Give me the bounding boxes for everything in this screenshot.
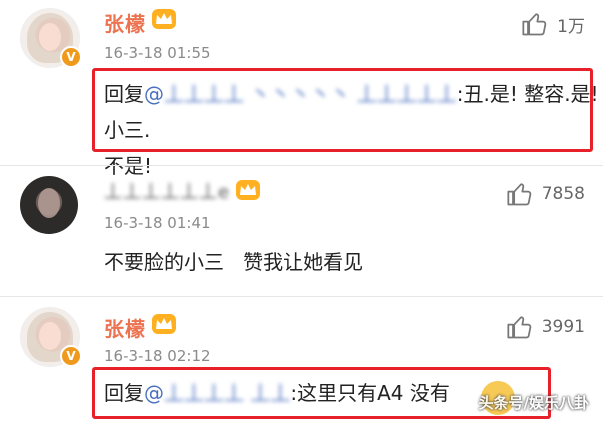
like-count: 1万 [557, 16, 585, 37]
thumbs-up-icon [507, 183, 531, 206]
user-avatar[interactable] [20, 176, 78, 234]
mention-at: @ [144, 381, 164, 405]
verified-icon: V [60, 46, 82, 68]
mention-at: @ [144, 82, 164, 106]
like-button[interactable]: 3991 [506, 313, 585, 341]
watermark: 头条号/娱乐八卦 [478, 394, 589, 412]
mention-username-blurred[interactable]: 丄丄丄丄 丶丶丶丶丶 丄丄丄丄丄 [164, 76, 457, 112]
vip-crown-icon [152, 314, 176, 334]
comment-timestamp: 16-3-18 02:12 [104, 347, 211, 365]
thumbs-up-icon [507, 316, 531, 339]
comment-text: 回复@丄丄丄丄 丄丄:这里只有A4 没有 [104, 375, 450, 411]
comment-1: V 张檬 16-3-18 01:55 1万 回复@丄丄丄丄 丶丶丶丶丶 丄丄丄丄… [0, 0, 603, 178]
comment-2: 丄丄丄丄丄丄e 16-3-18 01:41 7858 不要脸的小三 赞我让她看见 [0, 166, 603, 296]
vip-crown-icon [152, 9, 176, 29]
comment-username[interactable]: 丄丄丄丄丄丄e [104, 178, 230, 204]
comment-username[interactable]: 张檬 [104, 313, 146, 342]
like-count: 3991 [541, 317, 585, 337]
comment-username[interactable]: 张檬 [104, 8, 146, 37]
comment-timestamp: 16-3-18 01:55 [104, 44, 211, 62]
verified-icon: V [60, 345, 82, 367]
comment-timestamp: 16-3-18 01:41 [104, 214, 211, 232]
like-count: 7858 [541, 184, 585, 204]
reply-prefix: 回复 [104, 82, 144, 106]
comment-text: 不要脸的小三 赞我让她看见 [104, 250, 364, 274]
reply-prefix: 回复 [104, 381, 144, 405]
vip-crown-icon [236, 180, 260, 200]
thumbs-up-icon [522, 13, 547, 36]
mention-username-blurred[interactable]: 丄丄丄丄 丄丄 [164, 375, 290, 411]
like-button[interactable]: 1万 [521, 10, 585, 38]
like-button[interactable]: 7858 [506, 180, 585, 208]
comment-text-content: :这里只有A4 没有 [290, 381, 450, 405]
